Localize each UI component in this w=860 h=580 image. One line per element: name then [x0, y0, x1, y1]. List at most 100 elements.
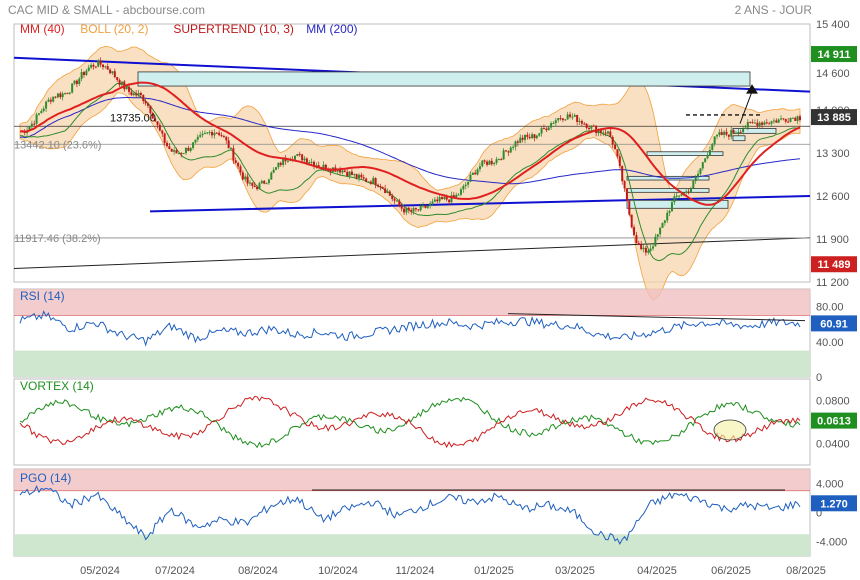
candle-body — [474, 172, 477, 175]
candle-body — [523, 134, 526, 140]
pgo-legend: PGO (14) — [20, 471, 71, 485]
candle-body — [301, 154, 304, 161]
candle-body — [305, 158, 308, 163]
candle-body — [488, 160, 491, 165]
candle-body — [730, 130, 733, 137]
candle-body — [99, 60, 102, 65]
candle-body — [194, 139, 197, 143]
candle-body — [263, 180, 266, 184]
candle-body — [365, 178, 368, 182]
candle-body — [753, 122, 756, 124]
candle-body — [56, 93, 59, 98]
rsi-value-tag: 60.91 — [820, 318, 848, 330]
candle-body — [206, 132, 209, 134]
candle-body — [156, 121, 159, 125]
candle-body — [654, 236, 657, 247]
x-tick-label: 10/2024 — [318, 565, 358, 577]
candle-body — [576, 115, 579, 122]
x-tick-label: 08/2024 — [238, 565, 278, 577]
candle-body — [294, 155, 297, 160]
candle-body — [173, 150, 176, 152]
candle-body — [678, 195, 681, 197]
candle-body — [758, 122, 761, 126]
x-tick-label: 04/2025 — [637, 565, 677, 577]
candle-body — [772, 120, 775, 122]
candle-body — [130, 91, 133, 96]
candle-body — [566, 114, 569, 120]
candle-body — [514, 141, 517, 147]
rsi-y-tick: 80.00 — [816, 302, 844, 314]
candle-body — [424, 205, 427, 208]
candle-body — [602, 132, 605, 134]
candle-body — [614, 144, 617, 150]
candle-body — [220, 135, 223, 137]
candle-body — [384, 188, 387, 194]
candle-body — [358, 174, 361, 179]
candle-body — [296, 154, 299, 156]
candle-body — [40, 111, 43, 114]
candle-body — [341, 170, 344, 173]
candle-body — [751, 122, 754, 124]
candle-body — [789, 117, 792, 122]
candle-body — [203, 133, 206, 135]
candle-body — [199, 135, 202, 137]
price-y-tick: 12 600 — [816, 191, 850, 203]
pgo-y-tick: 4.000 — [816, 479, 844, 491]
candle-body — [706, 155, 709, 159]
candle-body — [787, 121, 790, 123]
candle-body — [685, 191, 688, 193]
candle-body — [431, 201, 434, 204]
candle-body — [215, 132, 218, 134]
candle-body — [780, 118, 783, 120]
candle-body — [241, 172, 244, 180]
candle-body — [310, 161, 313, 163]
candle-body — [329, 170, 332, 172]
candle-body — [135, 93, 138, 96]
candle-body — [455, 194, 458, 198]
candle-body — [661, 222, 664, 228]
candle-body — [687, 191, 690, 193]
candle-body — [644, 247, 647, 253]
candle-body — [405, 207, 408, 213]
candle-body — [711, 143, 714, 150]
candle-body — [633, 227, 636, 236]
candle-body — [61, 93, 64, 98]
candle-body — [516, 141, 519, 143]
candle-body — [230, 148, 233, 150]
vortex-value-tag: 0.0613 — [817, 416, 851, 428]
candle-body — [395, 200, 398, 202]
level-label: 11917.46 (38.2%) — [14, 233, 101, 245]
candle-body — [35, 114, 38, 124]
candle-body — [407, 207, 410, 211]
candle-body — [697, 173, 700, 178]
candle-body — [590, 125, 593, 129]
candle-body — [796, 116, 799, 121]
candle-body — [132, 93, 135, 96]
candle-body — [256, 186, 259, 190]
candle-body — [569, 114, 572, 117]
candle-body — [125, 86, 128, 90]
candle-body — [410, 210, 413, 212]
candle-body — [464, 184, 467, 186]
price-y-tick: 13 300 — [816, 148, 850, 160]
candle-body — [768, 123, 771, 125]
rsi-y-tick: 40.00 — [816, 337, 844, 349]
candle-body — [799, 116, 801, 121]
candle-body — [635, 235, 638, 244]
vortex-highlight-ellipse — [713, 419, 747, 441]
candle-body — [419, 205, 422, 211]
candle-body — [675, 195, 678, 197]
candle-body — [720, 132, 723, 135]
candle-body — [640, 244, 643, 250]
candle-body — [386, 191, 389, 194]
candle-body — [604, 132, 607, 134]
candle-body — [673, 196, 676, 203]
candle-body — [213, 132, 216, 136]
candle-body — [749, 121, 752, 123]
candle-body — [94, 66, 97, 68]
candle-body — [422, 205, 425, 207]
candle-body — [436, 199, 439, 202]
candle-body — [403, 208, 406, 213]
candle-body — [528, 136, 531, 139]
candle-body — [438, 197, 441, 202]
